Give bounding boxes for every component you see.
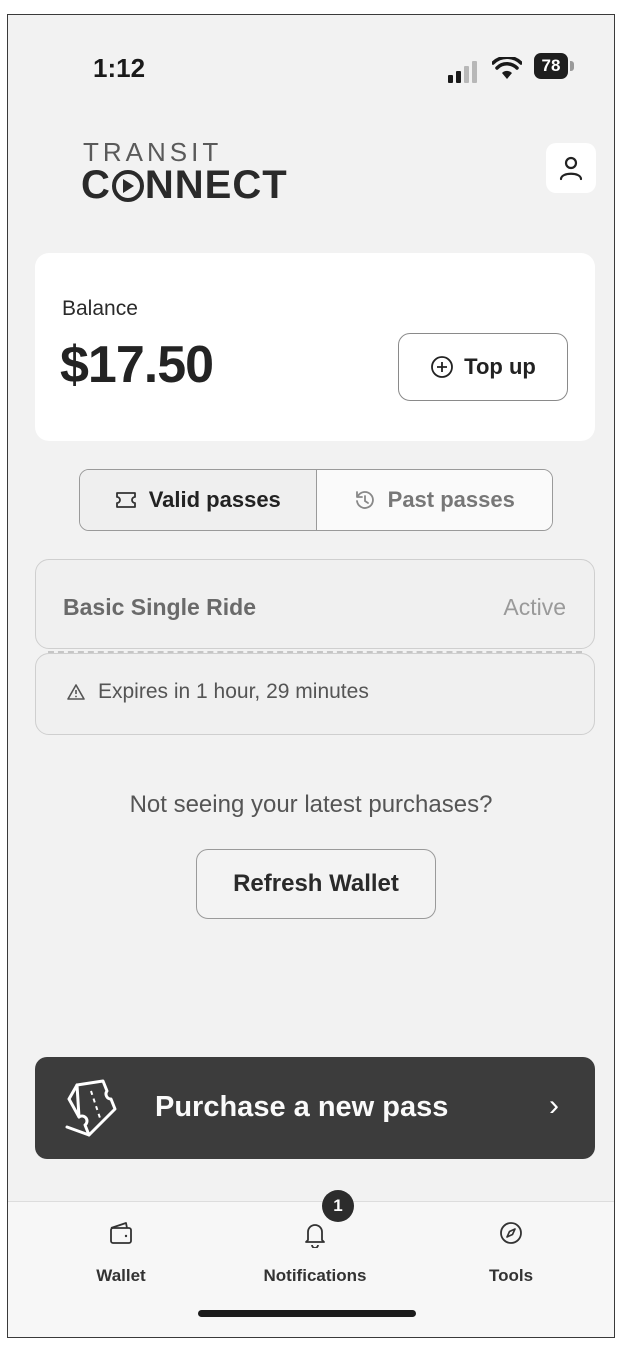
refresh-prompt: Not seeing your latest purchases? (129, 791, 493, 818)
expiry-row: Expires in 1 hour, 29 minutes (66, 680, 369, 704)
nav-tools-label: Tools (488, 1266, 534, 1285)
compass-icon (500, 1222, 522, 1244)
logo-play-icon (111, 170, 144, 202)
top-up-button[interactable]: Top up (398, 333, 568, 401)
status-time: 1:12 (93, 53, 146, 83)
cellular-signal-icon (448, 61, 477, 83)
bottom-navigation: Wallet 1 Notifications Tools (8, 1190, 614, 1337)
profile-button[interactable] (546, 143, 596, 193)
bell-icon (305, 1224, 325, 1248)
ticket-icon (115, 492, 136, 508)
expiry-text: Expires in 1 hour, 29 minutes (98, 680, 369, 703)
refresh-wallet-button[interactable]: Refresh Wallet (196, 849, 436, 919)
logo-letter-c: C (81, 163, 111, 207)
nav-notifications-label: Notifications (263, 1266, 367, 1285)
nav-wallet-label: Wallet (96, 1266, 146, 1285)
balance-card: Balance $17.50 Top up (35, 253, 595, 441)
top-up-label: Top up (464, 354, 536, 379)
balance-label: Balance (62, 297, 138, 320)
plus-circle-icon (431, 356, 454, 378)
logo-letters-nnect: NNECT (144, 163, 288, 207)
pass-tabs: Valid passes Past passes (79, 469, 553, 531)
tab-past-passes[interactable]: Past passes (316, 470, 552, 530)
chevron-right-icon: › (549, 1089, 559, 1122)
notification-badge: 1 (322, 1190, 354, 1222)
wifi-icon (492, 57, 522, 79)
battery-tip (570, 61, 574, 71)
balance-amount: $17.50 (60, 336, 214, 394)
home-indicator (198, 1310, 416, 1317)
app-screen: 1:12 78 TRANSIT C NNECT Balance $17.50 To… (7, 14, 615, 1338)
history-icon (355, 491, 374, 509)
wallet-icon (110, 1222, 132, 1244)
tab-past-passes-label: Past passes (387, 487, 515, 512)
logo-connect: C NNECT (81, 163, 288, 208)
pass-status: Active (503, 594, 566, 620)
purchase-new-pass-button[interactable]: Purchase a new pass › (35, 1057, 595, 1159)
pass-name: Basic Single Ride (63, 594, 257, 620)
pass-card[interactable]: Basic Single Ride Active (35, 559, 595, 649)
pass-divider (48, 651, 582, 653)
purchase-label: Purchase a new pass (155, 1091, 449, 1123)
user-icon (559, 156, 583, 181)
battery-indicator: 78 (534, 53, 568, 79)
tab-valid-passes[interactable]: Valid passes (80, 470, 317, 530)
warning-icon (67, 684, 85, 700)
ticket-icon (65, 1079, 117, 1137)
pass-expiry: Expires in 1 hour, 29 minutes (35, 653, 595, 735)
tab-valid-passes-label: Valid passes (148, 487, 281, 512)
